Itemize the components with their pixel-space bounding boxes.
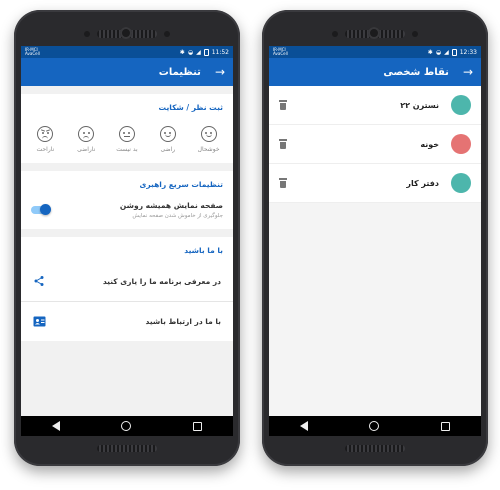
front-camera bbox=[120, 27, 132, 39]
emoji-happy[interactable]: راضی bbox=[151, 126, 185, 153]
contact-us-label: با ما در ارتباط باشید bbox=[145, 317, 221, 326]
clock: 12:33 bbox=[459, 48, 477, 56]
neutral-face-icon bbox=[118, 126, 135, 142]
contact-title: با ما باشید bbox=[184, 246, 223, 255]
list-item[interactable]: دفتر کار bbox=[269, 164, 481, 203]
bluetooth-icon: ✱ bbox=[427, 48, 433, 56]
feedback-title: ثبت نظر / شکایت bbox=[158, 103, 224, 112]
points-list: نسترن ۲۲ خونه دفتر کار bbox=[269, 86, 481, 203]
emoji-very-happy[interactable]: خوشحال bbox=[192, 126, 226, 153]
happy-face-icon bbox=[159, 126, 176, 142]
clock: 11:52 bbox=[211, 48, 229, 56]
emoji-label: بد نیست bbox=[116, 146, 138, 153]
screen-on-toggle[interactable] bbox=[31, 204, 51, 215]
emoji-angry[interactable]: ناراحت bbox=[28, 126, 62, 153]
trash-icon[interactable] bbox=[279, 100, 287, 110]
arrow-right-icon[interactable]: → bbox=[215, 65, 225, 79]
emoji-label: خوشحال bbox=[197, 146, 220, 153]
quick-settings-card: تنظیمات سریع راهبری صفحه نمایش همیشه روش… bbox=[21, 171, 233, 229]
point-color-dot bbox=[451, 95, 471, 115]
wifi-icon: ◒ bbox=[187, 48, 194, 56]
share-app-row[interactable]: در معرفی برنامه ما را یاری کنید bbox=[21, 261, 233, 301]
carrier-label: IR-MCI AvaCell bbox=[25, 47, 40, 56]
toggle-knob bbox=[40, 204, 51, 215]
contact-card: با ما باشید در معرفی برنامه ما را یاری ک… bbox=[21, 237, 233, 341]
list-item[interactable]: نسترن ۲۲ bbox=[269, 86, 481, 125]
point-color-dot bbox=[451, 134, 471, 154]
phone-frame-right: IR-MCI AvaCell ✱ ◒ ◢ 12:33 نقاط شخصی → ن… bbox=[262, 10, 488, 466]
front-camera bbox=[368, 27, 380, 39]
personal-points-screen: IR-MCI AvaCell ✱ ◒ ◢ 12:33 نقاط شخصی → ن… bbox=[269, 46, 481, 436]
point-color-dot bbox=[451, 173, 471, 193]
nav-home-icon[interactable] bbox=[369, 421, 380, 431]
bottom-speaker bbox=[345, 445, 405, 452]
emoji-label: راضی bbox=[160, 146, 176, 153]
android-nav-bar bbox=[21, 416, 233, 436]
emoji-label: ناراحت bbox=[36, 146, 55, 153]
page-title: تنظیمات bbox=[158, 66, 201, 78]
status-bar: IR-MCI AvaCell ✱ ◒ ◢ 11:52 bbox=[21, 46, 233, 58]
nav-recent-icon[interactable] bbox=[441, 421, 451, 431]
settings-screen: IR-MCI AvaCell ✱ ◒ ◢ 11:52 تنظیمات → ثبت… bbox=[21, 46, 233, 436]
app-bar: نقاط شخصی → bbox=[269, 58, 481, 86]
signal-icon: ◢ bbox=[444, 48, 449, 56]
emoji-label: ناراضی bbox=[77, 146, 96, 153]
point-label: دفتر کار bbox=[406, 178, 439, 188]
contact-us-row[interactable]: با ما در ارتباط باشید bbox=[21, 301, 233, 341]
trash-icon[interactable] bbox=[279, 178, 287, 188]
contact-card-icon bbox=[33, 312, 46, 331]
setting-subtitle: جلوگیری از خاموش شدن صفحه نمایش bbox=[132, 213, 223, 219]
very-happy-face-icon bbox=[200, 126, 217, 142]
point-label: نسترن ۲۲ bbox=[400, 100, 439, 110]
phone-frame-left: IR-MCI AvaCell ✱ ◒ ◢ 11:52 تنظیمات → ثبت… bbox=[14, 10, 240, 466]
proximity-sensor bbox=[332, 31, 338, 37]
list-item[interactable]: خونه bbox=[269, 125, 481, 164]
proximity-sensor bbox=[84, 31, 90, 37]
share-icon bbox=[33, 272, 45, 291]
nav-back-icon[interactable] bbox=[51, 421, 60, 431]
trash-icon[interactable] bbox=[279, 139, 287, 149]
signal-icon: ◢ bbox=[196, 48, 201, 56]
point-label: خونه bbox=[420, 139, 439, 149]
carrier-label: IR-MCI AvaCell bbox=[273, 47, 288, 56]
android-nav-bar bbox=[269, 416, 481, 436]
emoji-neutral[interactable]: بد نیست bbox=[110, 126, 144, 153]
bluetooth-icon: ✱ bbox=[179, 48, 185, 56]
share-app-label: در معرفی برنامه ما را یاری کنید bbox=[102, 276, 221, 286]
page-title: نقاط شخصی bbox=[383, 66, 449, 78]
wifi-icon: ◒ bbox=[435, 48, 442, 56]
status-bar: IR-MCI AvaCell ✱ ◒ ◢ 12:33 bbox=[269, 46, 481, 58]
setting-title: صفحه نمایش همیشه روشن bbox=[119, 201, 223, 210]
light-sensor bbox=[412, 31, 418, 37]
nav-home-icon[interactable] bbox=[121, 421, 132, 431]
battery-icon bbox=[451, 48, 457, 56]
bottom-speaker bbox=[97, 445, 157, 452]
sad-face-icon bbox=[78, 126, 95, 142]
arrow-right-icon[interactable]: → bbox=[463, 65, 473, 79]
feedback-card: ثبت نظر / شکایت خوشحال راضی بد نیست نارا… bbox=[21, 94, 233, 163]
screen-on-setting[interactable]: صفحه نمایش همیشه روشن جلوگیری از خاموش ش… bbox=[21, 195, 233, 229]
light-sensor bbox=[164, 31, 170, 37]
nav-back-icon[interactable] bbox=[299, 421, 308, 431]
quick-settings-title: تنظیمات سریع راهبری bbox=[139, 180, 223, 189]
nav-recent-icon[interactable] bbox=[193, 421, 203, 431]
app-bar: تنظیمات → bbox=[21, 58, 233, 86]
angry-face-icon bbox=[37, 126, 54, 142]
emoji-sad[interactable]: ناراضی bbox=[69, 126, 103, 153]
battery-icon bbox=[203, 48, 209, 56]
